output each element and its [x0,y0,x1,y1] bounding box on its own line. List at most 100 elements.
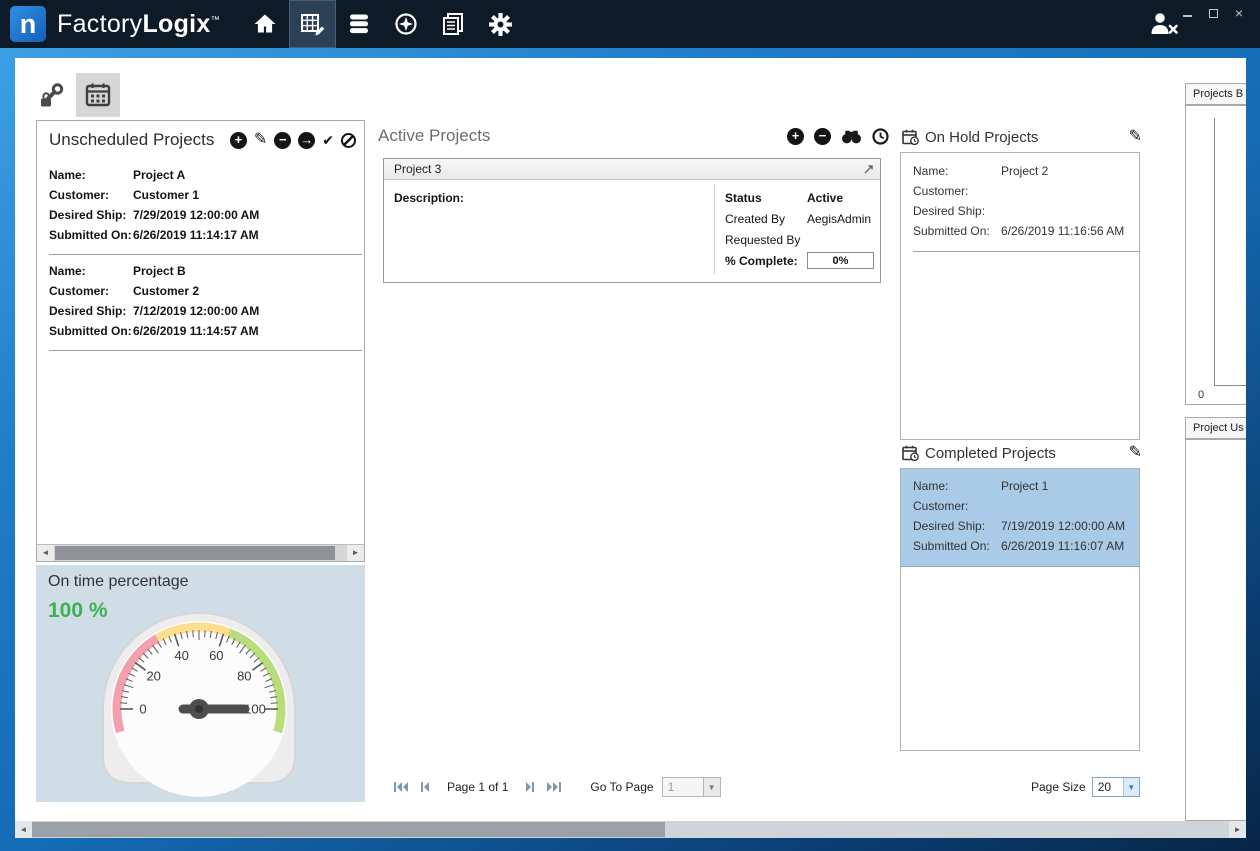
history-clock-icon[interactable] [872,128,889,145]
project-usage-tab[interactable]: Project Us [1185,417,1246,439]
close-button[interactable]: × [1232,7,1246,21]
compass-disc-icon [393,11,419,37]
on-hold-header: On Hold Projects ✎ [902,126,1142,148]
on-time-percentage-panel: On time percentage 100 % 020406080100 [36,565,365,802]
scroll-right-icon[interactable]: ► [1229,821,1246,838]
remove-active-project-icon[interactable]: − [814,128,831,145]
svg-text:80: 80 [237,669,251,684]
next-page-icon [523,781,537,793]
tab-scheduling[interactable] [76,73,120,117]
chart-zero-label: 0 [1198,389,1204,401]
scroll-left-icon[interactable]: ◄ [15,821,32,838]
titlebar: n FactoryLogix™ [0,0,1260,48]
edit-completed-icon[interactable]: ✎ [1129,445,1142,461]
customer-label: Customer: [913,181,1001,201]
unscheduled-header: Unscheduled Projects + ✎ − → ✔ [49,127,356,153]
submitted-on-label: Submitted On: [49,225,133,245]
first-page-button[interactable] [389,778,413,796]
expand-card-button[interactable] [863,164,874,175]
active-projects-toolbar: + − [787,128,889,145]
submitted-on-value: 6/26/2019 11:16:07 AM [1001,536,1124,556]
list-item-project-a[interactable]: Name:Project A Customer:Customer 1 Desir… [49,159,362,255]
customer-value: Customer 2 [133,281,199,301]
page-size-value: 20 [1093,778,1123,796]
nav-documents[interactable] [430,0,477,48]
status-value: Active [807,191,843,205]
svg-text:20: 20 [146,669,160,684]
desired-ship-label: Desired Ship: [913,516,1001,536]
edit-project-icon[interactable]: ✎ [254,132,267,148]
scroll-left-icon[interactable]: ◄ [37,545,54,561]
prev-page-button[interactable] [413,778,437,796]
nav-production[interactable] [383,0,430,48]
name-value: Project B [133,261,186,281]
calendar-clock-icon [902,129,919,145]
list-item-project-1-selected[interactable]: Name:Project 1 Customer: Desired Ship:7/… [901,469,1139,567]
desired-ship-value: 7/19/2019 12:00:00 AM [1001,516,1125,536]
submitted-on-value: 6/26/2019 11:14:57 AM [133,321,259,341]
completed-header: Completed Projects ✎ [902,442,1142,464]
desired-ship-label: Desired Ship: [49,301,133,321]
edit-on-hold-icon[interactable]: ✎ [1129,129,1142,145]
active-project-card: Project 3 Description: StatusActive Crea… [383,158,881,283]
prev-page-icon [418,781,432,793]
on-time-gauge: 020406080100 [74,609,324,799]
name-value: Project 2 [1001,161,1048,181]
tab-admin-tools[interactable] [30,73,74,117]
user-logout-button[interactable] [1148,10,1180,38]
goto-page-dropdown-icon[interactable]: ▼ [704,777,721,797]
active-card-meta: StatusActive Created ByAegisAdmin Reques… [725,187,874,271]
last-page-button[interactable] [542,778,566,796]
home-icon [252,11,278,37]
name-label: Name: [913,476,1001,496]
add-active-project-icon[interactable]: + [787,128,804,145]
logo-letter: n [20,9,37,40]
projects-board-tab[interactable]: Projects B [1185,83,1246,105]
on-time-title: On time percentage [48,573,189,591]
list-item-project-b[interactable]: Name:Project B Customer:Customer 2 Desir… [49,255,362,351]
goto-page-label: Go To Page [590,780,653,794]
minimize-button[interactable] [1180,7,1194,21]
maximize-button[interactable] [1206,7,1220,21]
percent-complete-label: % Complete: [725,254,807,268]
page-size-select[interactable]: 20 ▼ [1092,777,1140,797]
brand-trademark: ™ [211,14,220,24]
user-x-icon [1148,10,1180,38]
move-project-icon[interactable]: → [298,132,315,149]
name-value: Project A [133,165,185,185]
page-size-label: Page Size [1031,780,1086,794]
cancel-project-icon[interactable] [341,133,356,148]
scrollbar-thumb[interactable] [32,822,665,837]
expand-arrow-icon [863,164,874,175]
submitted-on-label: Submitted On: [49,321,133,341]
customer-value: Customer 1 [133,185,199,205]
nav-materials[interactable] [336,0,383,48]
unscheduled-projects-panel: Unscheduled Projects + ✎ − → ✔ Name:Proj… [36,120,365,562]
nav-home[interactable] [242,0,289,48]
unscheduled-horizontal-scrollbar: ◄ ► [37,544,364,561]
remove-project-icon[interactable]: − [274,132,291,149]
list-item-project-2[interactable]: Name:Project 2 Customer: Desired Ship: S… [913,153,1139,252]
customer-label: Customer: [49,281,133,301]
name-label: Name: [913,161,1001,181]
next-page-button[interactable] [518,778,542,796]
svg-text:40: 40 [174,648,188,663]
scrollbar-thumb[interactable] [55,546,335,560]
goto-page-input[interactable] [662,777,704,797]
active-card-title: Project 3 [394,162,441,176]
nav-planning[interactable] [289,0,336,48]
main-content: Unscheduled Projects + ✎ − → ✔ Name:Proj… [15,58,1246,838]
svg-text:60: 60 [209,648,223,663]
add-project-icon[interactable]: + [230,132,247,149]
scroll-right-icon[interactable]: ► [347,545,364,561]
brand-factory: Factory [57,10,142,38]
approve-project-icon[interactable]: ✔ [322,132,334,149]
description-label: Description: [394,191,464,205]
desired-ship-label: Desired Ship: [913,201,1001,221]
binoculars-search-icon[interactable] [841,129,862,144]
window-controls: × [1180,7,1246,21]
projects-board-chart: 0 [1185,105,1246,405]
completed-title: Completed Projects [925,445,1056,462]
submitted-on-label: Submitted On: [913,536,1001,556]
nav-settings[interactable] [477,0,524,48]
